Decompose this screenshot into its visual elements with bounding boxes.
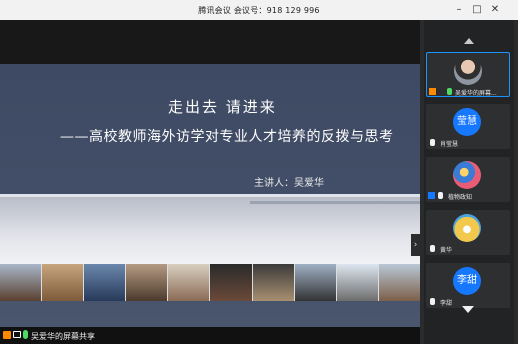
mic-icon (23, 330, 28, 339)
photo-4 (126, 264, 168, 301)
participant-tile[interactable]: 莹慧 肖莹慧 (426, 104, 510, 149)
participant-name: 黄华 (440, 247, 453, 254)
photo-8 (294, 264, 336, 301)
mic-icon (430, 298, 435, 305)
participant-tile[interactable]: 吴爱华的屏幕... (426, 52, 510, 97)
photo-1 (0, 264, 42, 301)
window-title: 腾讯会议 会议号：918 129 996 (198, 6, 320, 15)
participant-tile[interactable]: 李甜 李甜 (426, 263, 510, 308)
avatar (453, 214, 481, 242)
shared-screen: 走出去 请进来 ——高校教师海外访学对专业人才培养的反拨与思考 主讲人：吴爱华 … (0, 64, 420, 327)
maximize-icon[interactable]: □ (470, 3, 484, 17)
slide-accent-line (250, 201, 420, 204)
user-icon (428, 192, 435, 199)
participant-name: 李甜 (440, 300, 453, 307)
photo-2 (42, 264, 84, 301)
participant-name: 肖莹慧 (440, 141, 459, 148)
photo-strip (0, 264, 420, 301)
screen-share-icon (13, 331, 21, 338)
participant-tile[interactable]: 黄华 (426, 210, 510, 255)
close-icon[interactable]: ✕ (488, 3, 502, 17)
title-bar: 腾讯会议 会议号：918 129 996 – □ ✕ (0, 0, 518, 20)
slide-lecturer: 主讲人：吴爱华 (254, 178, 324, 189)
avatar: 李甜 (453, 267, 481, 295)
scroll-up-icon[interactable] (464, 38, 474, 44)
slide-subtitle: ——高校教师海外访学对专业人才培养的反拨与思考 (60, 129, 394, 145)
photo-6 (210, 264, 252, 301)
scroll-down-icon[interactable] (462, 306, 474, 313)
screen-top-margin (0, 20, 420, 64)
photo-10 (378, 264, 420, 301)
mic-icon (447, 88, 452, 95)
host-icon (429, 88, 436, 95)
panel-toggle-icon[interactable]: › (411, 234, 420, 256)
mic-icon (430, 245, 435, 252)
participant-name: 吴爱华的屏幕... (455, 90, 497, 97)
avatar (453, 161, 481, 189)
slide-title: 走出去 请进来 (168, 98, 277, 116)
minimize-icon[interactable]: – (452, 3, 466, 17)
photo-7 (252, 264, 294, 301)
share-label: 吴爱华的屏幕共享 (31, 332, 95, 341)
participant-tile[interactable]: 植物政知 (426, 157, 510, 202)
participant-name: 植物政知 (448, 194, 473, 201)
mic-icon (438, 192, 443, 199)
avatar: 莹慧 (453, 108, 481, 136)
slide-lower-panel (0, 197, 420, 269)
user-icon (3, 331, 11, 339)
avatar (454, 57, 482, 85)
photo-9 (336, 264, 378, 301)
photo-3 (84, 264, 126, 301)
mic-icon (430, 139, 435, 146)
share-status-bar: 吴爱华的屏幕共享 (0, 327, 420, 344)
photo-5 (168, 264, 210, 301)
